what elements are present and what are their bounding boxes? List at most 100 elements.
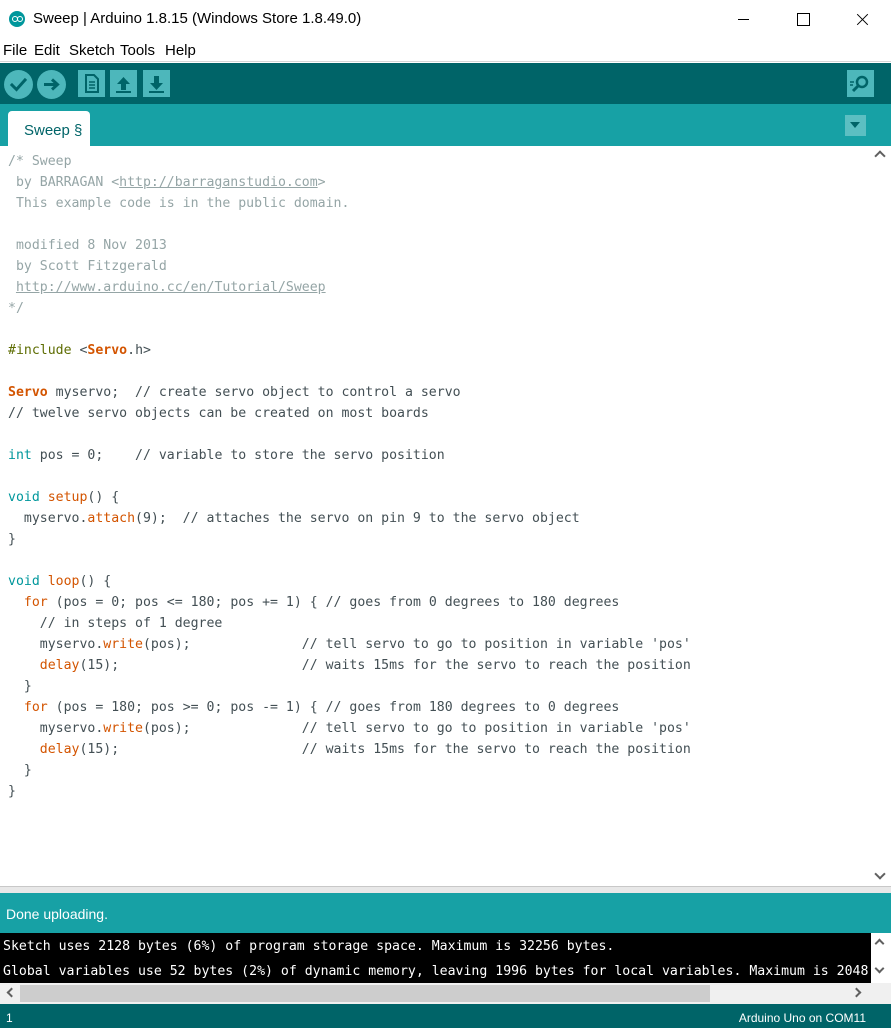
menu-edit[interactable]: Edit (34, 42, 60, 59)
code-token: .h> (127, 343, 151, 358)
code-token: write (103, 721, 143, 736)
code-line: #include <Servo.h> (8, 340, 691, 361)
code-token: attach (87, 511, 136, 526)
code-line: Servo myservo; // create servo object to… (8, 382, 691, 403)
code-token: myservo. (8, 511, 88, 526)
code-token: for (23, 595, 48, 610)
code-token: // twelve servo objects can be created o… (8, 406, 429, 421)
code-token: (pos); // tell servo to go to position i… (142, 721, 691, 736)
code-token: (pos = 180; pos >= 0; pos -= 1) { // goe… (47, 700, 620, 715)
close-button[interactable] (833, 0, 891, 38)
scroll-right-icon[interactable] (851, 987, 862, 998)
window-title: Sweep | Arduino 1.8.15 (Windows Store 1.… (33, 10, 362, 27)
console-horizontal-scrollbar[interactable] (0, 983, 891, 1004)
maximize-button[interactable] (774, 0, 832, 38)
scroll-down-icon[interactable] (874, 963, 885, 974)
code-token: int (8, 448, 32, 463)
serial-monitor-button[interactable] (847, 70, 874, 97)
upload-button[interactable] (37, 70, 66, 99)
menu-sketch[interactable]: Sketch (69, 42, 115, 59)
scroll-up-icon[interactable] (874, 150, 886, 162)
code-line: */ (8, 298, 691, 319)
code-token: } (8, 532, 16, 547)
tab-sweep[interactable]: Sweep § (8, 111, 90, 146)
code-line: void setup() { (8, 487, 691, 508)
code-token: delay (39, 658, 80, 673)
title-bar: Sweep | Arduino 1.8.15 (Windows Store 1.… (0, 0, 891, 38)
code-line: by BARRAGAN <http://barraganstudio.com> (8, 172, 691, 193)
minimize-button[interactable] (714, 0, 772, 38)
menu-bar: File Edit Sketch Tools Help (0, 38, 891, 62)
code-token: delay (39, 742, 80, 757)
code-token: myservo; (47, 385, 136, 400)
code-line: } (8, 781, 691, 802)
code-token: http://barraganstudio.com (119, 175, 318, 190)
magnifier-icon (850, 75, 869, 93)
code-line: delay(15); // waits 15ms for the servo t… (8, 655, 691, 676)
code-line: /* Sweep (8, 151, 691, 172)
arrow-down-icon (149, 76, 164, 93)
save-sketch-button[interactable] (143, 70, 170, 97)
code-token: void (8, 490, 40, 505)
code-line: This example code is in the public domai… (8, 193, 691, 214)
code-token: by BARRAGAN < (8, 175, 120, 190)
code-line: myservo.attach(9); // attaches the servo… (8, 508, 691, 529)
console-vertical-scrollbar[interactable] (871, 933, 891, 983)
code-line: } (8, 529, 691, 550)
editor-vertical-scrollbar[interactable] (871, 146, 891, 886)
code-line: myservo.write(pos); // tell servo to go … (8, 634, 691, 655)
code-token: () { (79, 574, 112, 589)
code-token: loop (47, 574, 80, 589)
menu-help[interactable]: Help (165, 42, 196, 59)
scroll-thumb[interactable] (20, 985, 710, 1002)
code-token: Servo (87, 343, 128, 358)
code-line: by Scott Fitzgerald (8, 256, 691, 277)
tab-strip: Sweep § (0, 104, 891, 146)
line-number: 1 (6, 1011, 13, 1025)
code-token: void (8, 574, 40, 589)
code-token: http://www.arduino.cc/en/Tutorial/Sweep (15, 280, 326, 295)
code-token: write (103, 637, 143, 652)
code-line: } (8, 676, 691, 697)
code-token: modified 8 Nov 2013 (8, 238, 167, 253)
code-line: for (pos = 180; pos >= 0; pos -= 1) { //… (8, 697, 691, 718)
arduino-logo-icon (9, 11, 25, 27)
console-output[interactable]: Sketch uses 2128 bytes (6%) of program s… (0, 933, 871, 983)
pane-divider[interactable] (0, 886, 891, 893)
code-editor[interactable]: /* Sweep by BARRAGAN <http://barraganstu… (0, 146, 871, 886)
code-token: // in steps of 1 degree (8, 616, 223, 631)
code-token: */ (8, 301, 24, 316)
code-token: /* Sweep (8, 154, 72, 169)
scroll-left-icon[interactable] (6, 987, 17, 998)
scroll-down-icon[interactable] (874, 868, 886, 880)
code-token: // create servo object to control a serv… (135, 385, 461, 400)
footer-bar: 1 Arduino Uno on COM11 (0, 1004, 891, 1028)
code-line: http://www.arduino.cc/en/Tutorial/Sweep (8, 277, 691, 298)
code-token: (pos); // tell servo to go to position i… (142, 637, 691, 652)
new-sketch-button[interactable] (78, 70, 105, 97)
menu-file[interactable]: File (3, 42, 27, 59)
code-token: > (317, 175, 326, 190)
verify-button[interactable] (4, 70, 33, 99)
open-sketch-button[interactable] (110, 70, 137, 97)
code-token: for (23, 700, 48, 715)
tab-menu-button[interactable] (845, 115, 866, 136)
code-token: (pos = 0; pos <= 180; pos += 1) { // goe… (47, 595, 620, 610)
scroll-up-icon[interactable] (874, 938, 885, 949)
code-token: } (8, 679, 32, 694)
code-token: } (8, 784, 16, 799)
code-token: #include (8, 343, 80, 358)
code-token: (15); // waits 15ms for the servo to rea… (79, 658, 691, 673)
code-token: (9); // attaches the servo on pin 9 to t… (135, 511, 580, 526)
console-line: Sketch uses 2128 bytes (6%) of program s… (3, 939, 615, 954)
menu-tools[interactable]: Tools (120, 42, 155, 59)
